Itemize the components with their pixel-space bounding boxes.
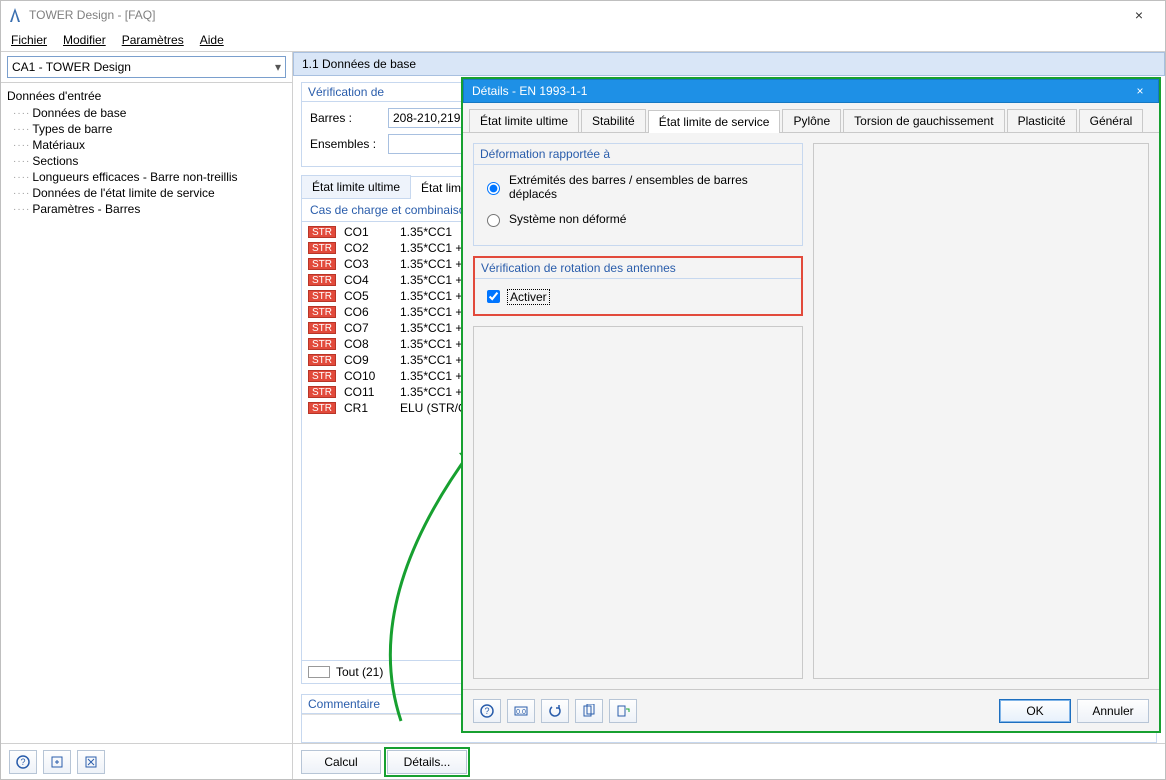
dialog-title-bar[interactable]: Détails - EN 1993-1-1 × xyxy=(463,79,1159,103)
tab-general[interactable]: Général xyxy=(1079,109,1144,132)
loadcase-name: CO7 xyxy=(344,321,392,335)
str-badge: STR xyxy=(308,306,336,318)
loadcase-name: CO11 xyxy=(344,385,392,399)
rotation-legend: Vérification de rotation des antennes xyxy=(475,258,801,279)
deformation-legend: Déformation rapportée à xyxy=(474,144,802,165)
cancel-button[interactable]: Annuler xyxy=(1077,699,1149,723)
loadcase-name: CO8 xyxy=(344,337,392,351)
svg-text:?: ? xyxy=(20,757,25,767)
dialog-tabs: État limite ultime Stabilité État limite… xyxy=(463,103,1159,133)
right-bottom-bar: Calcul Détails... xyxy=(293,743,1165,779)
tree-root[interactable]: Données d'entrée xyxy=(3,87,290,105)
chevron-down-icon: ▾ xyxy=(275,60,281,74)
loadcase-name: CO1 xyxy=(344,225,392,239)
loadcase-name: CO9 xyxy=(344,353,392,367)
str-badge: STR xyxy=(308,258,336,270)
str-badge: STR xyxy=(308,226,336,238)
str-badge: STR xyxy=(308,322,336,334)
tree-item[interactable]: ····Sections xyxy=(13,153,290,169)
tab-els[interactable]: État limite de service xyxy=(648,110,781,133)
tab-torsion[interactable]: Torsion de gauchissement xyxy=(843,109,1004,132)
import-icon[interactable] xyxy=(77,750,105,774)
loadcase-name: CO3 xyxy=(344,257,392,271)
str-badge: STR xyxy=(308,274,336,286)
loadcase-name: CO4 xyxy=(344,273,392,287)
tab-elu[interactable]: État limite ultime xyxy=(301,175,411,198)
str-badge: STR xyxy=(308,242,336,254)
menu-params[interactable]: Paramètres xyxy=(116,31,190,49)
left-pane: CA1 - TOWER Design ▾ Données d'entrée ··… xyxy=(1,52,293,743)
tree-item[interactable]: ····Longueurs efficaces - Barre non-trei… xyxy=(13,169,290,185)
tree-item[interactable]: ····Paramètres - Barres xyxy=(13,201,290,217)
dialog-bottom-bar: ? 0.0 OK Annuler xyxy=(463,689,1159,731)
str-badge: STR xyxy=(308,338,336,350)
str-badge: STR xyxy=(308,370,336,382)
tree-item[interactable]: ····Données de base xyxy=(13,105,290,121)
close-icon[interactable]: × xyxy=(1119,7,1159,23)
str-badge: STR xyxy=(308,290,336,302)
loadcase-name: CO2 xyxy=(344,241,392,255)
app-icon xyxy=(7,7,23,23)
case-combo-value: CA1 - TOWER Design xyxy=(12,60,131,74)
case-combo[interactable]: CA1 - TOWER Design ▾ xyxy=(7,56,286,78)
units-icon[interactable]: 0.0 xyxy=(507,699,535,723)
ok-button[interactable]: OK xyxy=(999,699,1071,723)
help-icon[interactable]: ? xyxy=(9,750,37,774)
title-bar: TOWER Design - [FAQ] × xyxy=(1,1,1165,29)
tree-item[interactable]: ····Données de l'état limite de service xyxy=(13,185,290,201)
section-title: 1.1 Données de base xyxy=(293,52,1165,76)
swatch-icon xyxy=(308,666,330,678)
str-badge: STR xyxy=(308,386,336,398)
calc-button[interactable]: Calcul xyxy=(301,750,381,774)
menu-help[interactable]: Aide xyxy=(194,31,230,49)
radio-systeme-input[interactable] xyxy=(487,214,500,227)
radio-extremites[interactable]: Extrémités des barres / ensembles de bar… xyxy=(482,173,794,201)
tab-stabilite[interactable]: Stabilité xyxy=(581,109,646,132)
nav-tree: Données d'entrée ····Données de base ···… xyxy=(1,83,292,743)
loadcase-name: CO10 xyxy=(344,369,392,383)
menu-file[interactable]: Fichier xyxy=(5,31,53,49)
tree-item[interactable]: ····Types de barre xyxy=(13,121,290,137)
menu-bar: Fichier Modifier Paramètres Aide xyxy=(1,29,1165,51)
template-icon[interactable] xyxy=(575,699,603,723)
loadcase-name: CO5 xyxy=(344,289,392,303)
str-badge: STR xyxy=(308,354,336,366)
barres-label: Barres : xyxy=(310,111,380,125)
footer-label: Tout (21) xyxy=(336,665,383,679)
activer-checkbox-input[interactable] xyxy=(487,290,500,303)
radio-extremites-input[interactable] xyxy=(487,182,500,195)
tree-item[interactable]: ····Matériaux xyxy=(13,137,290,153)
empty-panel-right xyxy=(813,143,1149,679)
tab-elu[interactable]: État limite ultime xyxy=(469,109,579,132)
details-button[interactable]: Détails... xyxy=(387,750,467,774)
tab-pylone[interactable]: Pylône xyxy=(782,109,841,132)
window-title: TOWER Design - [FAQ] xyxy=(29,8,1119,22)
export-icon[interactable] xyxy=(43,750,71,774)
empty-panel-left xyxy=(473,326,803,679)
radio-systeme[interactable]: Système non déformé xyxy=(482,211,794,227)
menu-edit[interactable]: Modifier xyxy=(57,31,112,49)
str-badge: STR xyxy=(308,402,336,414)
loadcase-name: CR1 xyxy=(344,401,392,415)
svg-text:?: ? xyxy=(484,706,489,716)
dialog-title: Détails - EN 1993-1-1 xyxy=(472,84,587,98)
details-dialog: Détails - EN 1993-1-1 × État limite ulti… xyxy=(461,77,1161,733)
svg-text:0.0: 0.0 xyxy=(516,709,526,716)
help-icon[interactable]: ? xyxy=(473,699,501,723)
loadcase-name: CO6 xyxy=(344,305,392,319)
dialog-close-icon[interactable]: × xyxy=(1130,84,1150,98)
ensembles-label: Ensembles : xyxy=(310,137,380,151)
deformation-group: Déformation rapportée à Extrémités des b… xyxy=(473,143,803,246)
reset-icon[interactable] xyxy=(541,699,569,723)
rotation-group: Vérification de rotation des antennes Ac… xyxy=(473,256,803,316)
tab-plasticite[interactable]: Plasticité xyxy=(1007,109,1077,132)
activer-checkbox[interactable]: Activer xyxy=(483,287,550,306)
save-template-icon[interactable] xyxy=(609,699,637,723)
left-bottom-bar: ? xyxy=(1,743,293,779)
